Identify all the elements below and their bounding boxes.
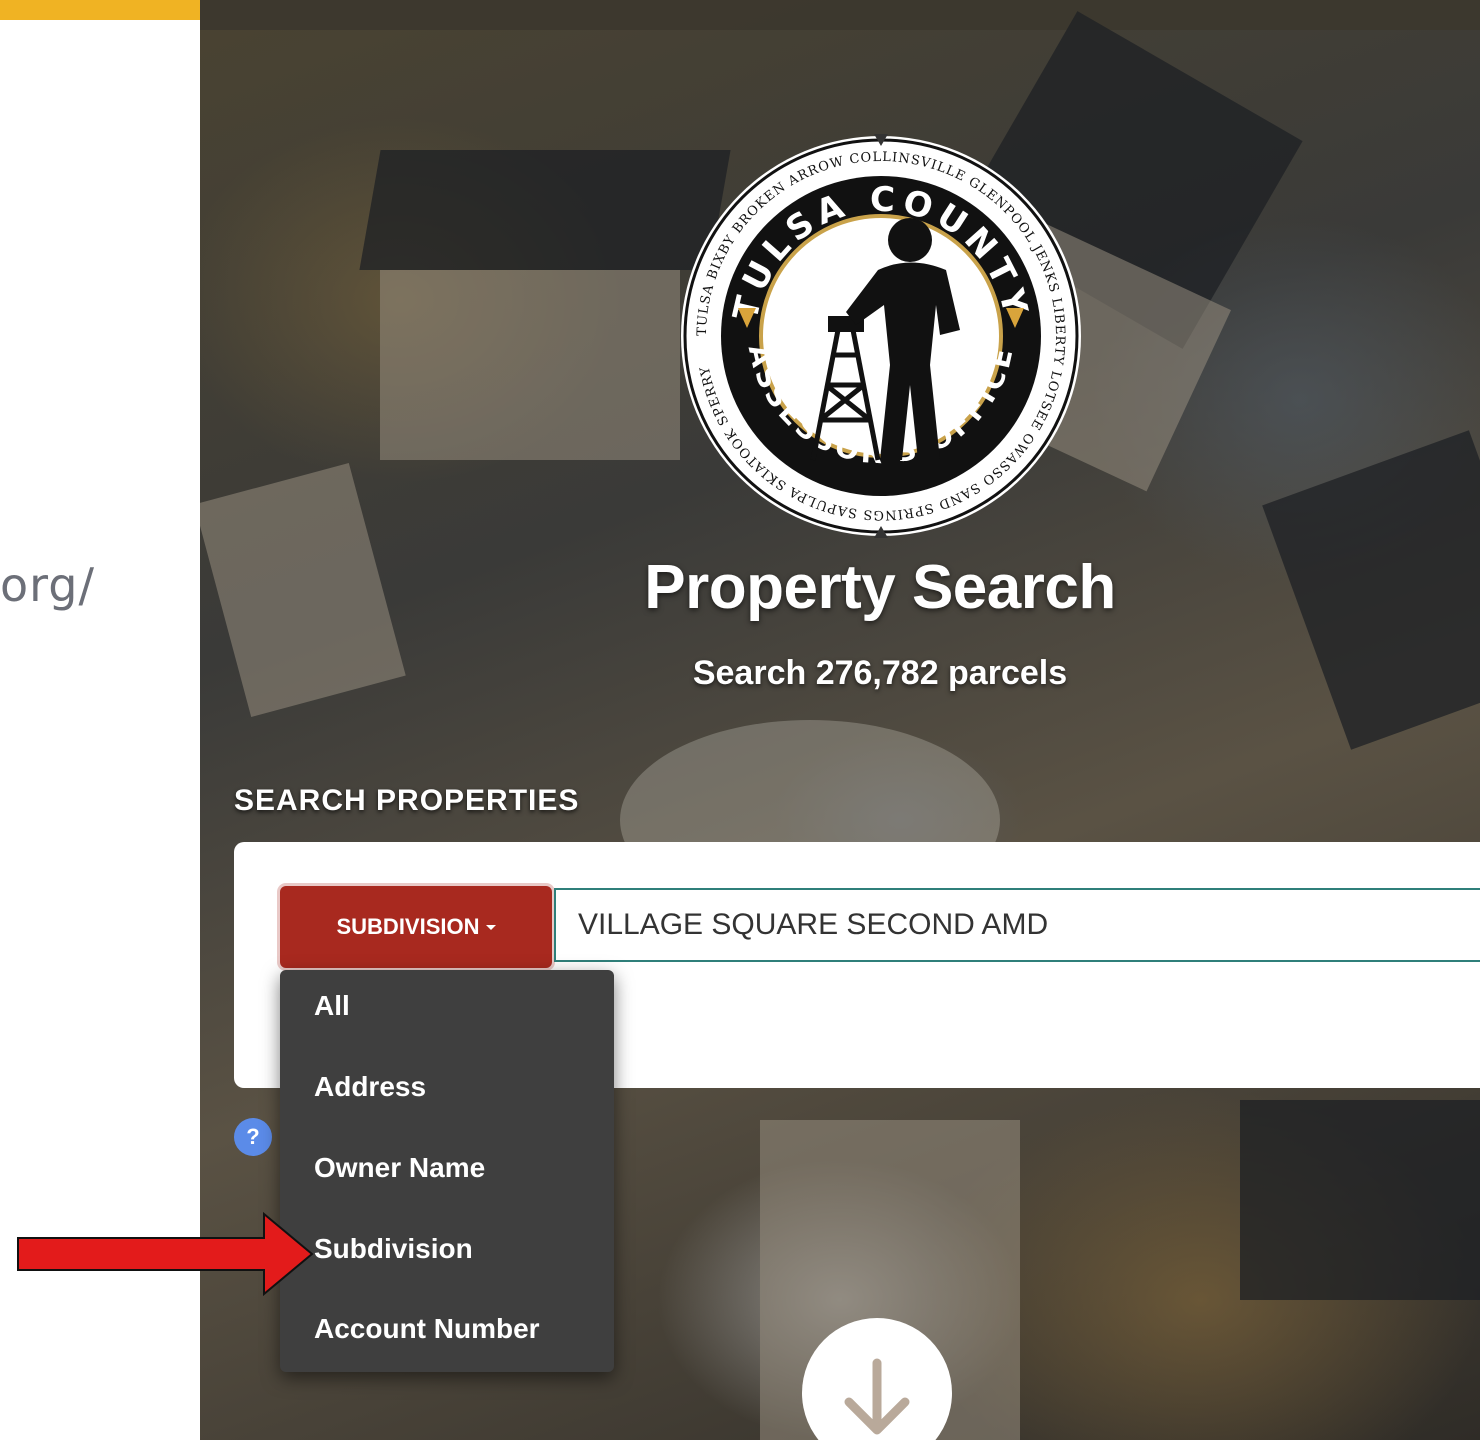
hero-top-strip — [200, 0, 1480, 30]
red-arrow-icon — [17, 1212, 314, 1296]
search-type-dropdown-button[interactable]: SUBDIVISION — [280, 886, 552, 968]
question-icon[interactable]: ? — [234, 1118, 272, 1156]
menu-item-account-number[interactable]: Account Number — [314, 1313, 540, 1345]
search-properties-heading: SEARCH PROPERTIES — [234, 784, 580, 817]
hero-background: TULSA BIXBY BROKEN ARROW COLLINSVILLE GL… — [200, 0, 1480, 1440]
url-fragment: org/ — [0, 558, 95, 612]
roof-shape — [1240, 1100, 1480, 1300]
parcel-count-subtitle: Search 276,782 parcels — [692, 654, 1068, 692]
caret-down-icon — [485, 924, 496, 930]
menu-item-all[interactable]: All — [314, 990, 350, 1022]
search-type-menu: All Address Owner Name Subdivision Accou… — [280, 970, 614, 1372]
roof-shape — [200, 463, 406, 717]
menu-item-owner-name[interactable]: Owner Name — [314, 1152, 485, 1184]
page-title: Property Search — [644, 553, 1116, 622]
menu-item-subdivision[interactable]: Subdivision — [314, 1233, 473, 1265]
roof-shape — [380, 270, 680, 460]
search-input[interactable] — [554, 888, 1480, 962]
tulsa-county-seal-logo: TULSA BIXBY BROKEN ARROW COLLINSVILLE GL… — [681, 134, 1081, 538]
menu-item-address[interactable]: Address — [314, 1071, 426, 1103]
search-type-label: SUBDIVISION — [336, 914, 480, 939]
top-accent-bar — [0, 0, 200, 20]
roof-shape — [359, 150, 731, 270]
arrow-down-icon — [844, 1358, 910, 1435]
